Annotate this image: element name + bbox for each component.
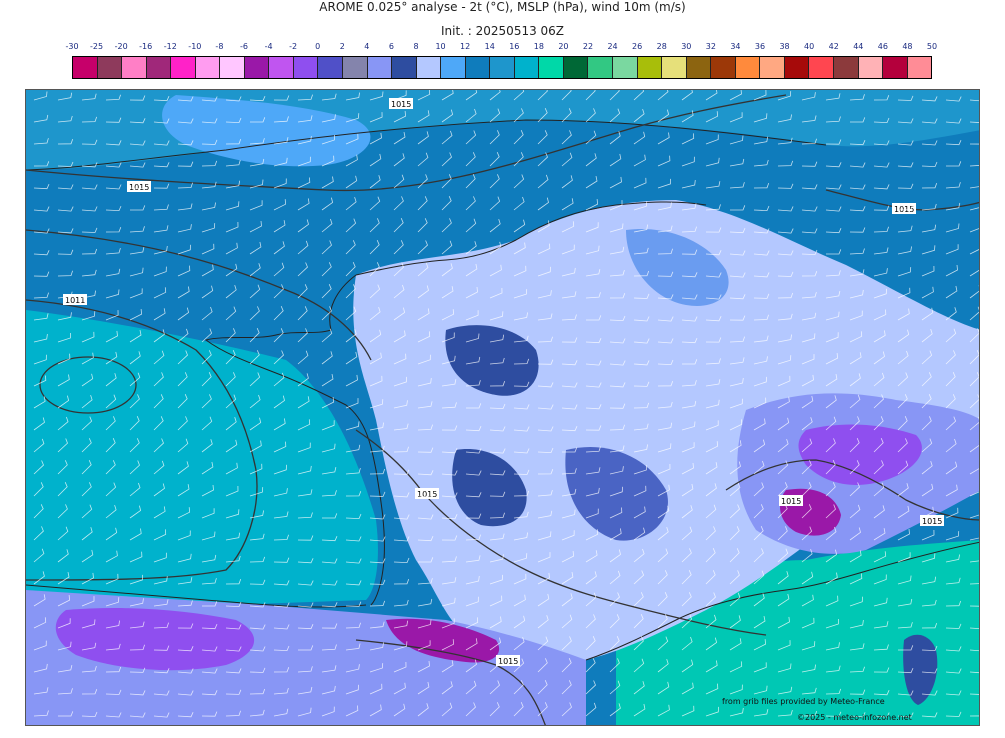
legend-swatch <box>293 57 319 78</box>
isobar-label: 1011 <box>65 296 85 305</box>
legend-label: 22 <box>582 42 594 51</box>
legend-label: 50 <box>926 42 938 51</box>
weather-map[interactable]: 1015 1015 1011 1015 1015 1015 1015 1015 <box>25 89 980 726</box>
legend-label: -6 <box>240 42 248 51</box>
legend-swatch <box>392 57 417 78</box>
legend-labels: -30 -25 -20 -16 -12 -10 -8 -6 -4 -2 0 2 4 6 8 10 12 14 16 1… <box>0 42 1005 54</box>
legend-swatch <box>441 57 466 78</box>
legend-label: 2 <box>339 42 345 51</box>
legend-label: 38 <box>779 42 790 51</box>
legend-swatch <box>686 57 712 78</box>
isobar-label: 1015 <box>417 490 437 499</box>
data-credit: from grib files provided by Meteo-France <box>722 697 885 706</box>
temperature-color-legend <box>72 56 932 79</box>
legend-label: 28 <box>656 42 667 51</box>
legend-label: 48 <box>902 42 913 51</box>
isobar-label: 1015 <box>498 657 518 666</box>
legend-label: 10 <box>435 42 446 51</box>
legend-swatch <box>269 57 294 78</box>
legend-label: 0 <box>315 42 321 51</box>
legend-swatch <box>490 57 515 78</box>
legend-label: 26 <box>632 42 643 51</box>
legend-label: -8 <box>215 42 224 51</box>
legend-swatch <box>613 57 638 78</box>
legend-swatch <box>367 57 393 78</box>
legend-swatch <box>97 57 123 78</box>
legend-swatch <box>637 57 663 78</box>
legend-swatch <box>146 57 172 78</box>
legend-label: 34 <box>730 42 741 51</box>
legend-swatch <box>514 57 540 78</box>
legend-label: -4 <box>264 42 273 51</box>
legend-swatch <box>220 57 245 78</box>
legend-swatch <box>711 57 736 78</box>
legend-swatch <box>244 57 270 78</box>
legend-swatch <box>588 57 614 78</box>
legend-swatch <box>907 57 932 78</box>
legend-label: -12 <box>163 42 177 51</box>
legend-label: 18 <box>533 42 544 51</box>
legend-swatch <box>760 57 785 78</box>
init-time: Init. : 20250513 06Z <box>440 24 565 38</box>
legend-label: 44 <box>853 42 864 51</box>
legend-label: 4 <box>364 42 370 51</box>
legend-swatch <box>465 57 491 78</box>
legend-label: -16 <box>139 42 153 51</box>
legend-label: -20 <box>114 42 128 51</box>
legend-label: 6 <box>388 42 394 51</box>
legend-swatch <box>343 57 368 78</box>
legend-label: -10 <box>188 42 202 51</box>
legend-swatch <box>662 57 687 78</box>
legend-label: 20 <box>558 42 569 51</box>
legend-label: 14 <box>484 42 495 51</box>
copyright: ©2025 - meteo-infozone.net <box>797 713 912 722</box>
legend-swatch <box>735 57 761 78</box>
legend-swatch <box>195 57 221 78</box>
chart-title: AROME 0.025° analyse - 2t (°C), MSLP (hP… <box>319 0 686 14</box>
legend-label: 12 <box>460 42 471 51</box>
legend-label: 30 <box>681 42 692 51</box>
legend-swatch <box>171 57 196 78</box>
legend-label: 40 <box>804 42 815 51</box>
legend-swatch <box>809 57 834 78</box>
legend-swatch <box>563 57 589 78</box>
legend-swatch <box>539 57 564 78</box>
isobar-label: 1015 <box>781 497 801 506</box>
legend-label: -2 <box>289 42 298 51</box>
legend-swatch <box>122 57 147 78</box>
isobar-label: 1015 <box>129 183 149 192</box>
isobar-label: 1015 <box>391 100 411 109</box>
legend-swatch <box>73 57 98 78</box>
legend-label: 32 <box>705 42 716 51</box>
legend-label: -25 <box>90 42 104 51</box>
legend-label: 42 <box>828 42 839 51</box>
legend-label: -30 <box>65 42 79 51</box>
legend-label: 36 <box>754 42 766 51</box>
legend-label: 46 <box>877 42 888 51</box>
legend-label: 24 <box>607 42 618 51</box>
legend-label: 8 <box>413 42 419 51</box>
legend-swatch <box>833 57 859 78</box>
legend-swatch <box>318 57 344 78</box>
legend-swatch <box>858 57 884 78</box>
legend-swatch <box>883 57 908 78</box>
legend-label: 16 <box>509 42 520 51</box>
isobar-label: 1015 <box>922 517 942 526</box>
legend-swatch <box>784 57 810 78</box>
legend-swatch <box>416 57 442 78</box>
